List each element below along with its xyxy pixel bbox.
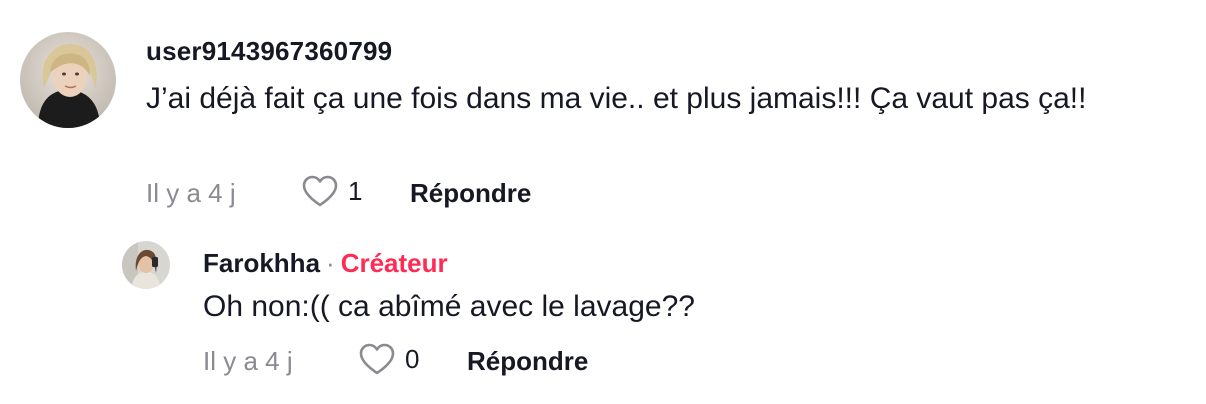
reply-text: Oh non:(( ca abîmé avec le lavage?? bbox=[203, 290, 695, 323]
reply-timestamp: Il y a 4 j bbox=[203, 346, 293, 376]
reply-button[interactable]: Répondre bbox=[410, 178, 531, 209]
comment-text: J’ai déjà fait ça une fois dans ma vie..… bbox=[146, 82, 1087, 115]
creator-badge: Créateur bbox=[340, 248, 448, 278]
like-count: 0 bbox=[405, 343, 420, 374]
like-count: 1 bbox=[348, 175, 363, 206]
comment-actions: Il y a 4 j 1 Répondre bbox=[146, 172, 846, 212]
comment-username[interactable]: user9143967360799 bbox=[146, 36, 392, 67]
avatar-image bbox=[122, 241, 170, 289]
heart-outline-icon bbox=[359, 343, 395, 375]
avatar[interactable] bbox=[20, 32, 116, 128]
avatar-image bbox=[20, 32, 116, 128]
heart-outline-icon bbox=[302, 175, 338, 207]
reply-username[interactable]: Farokhha bbox=[203, 248, 320, 278]
reply-button[interactable]: Répondre bbox=[467, 346, 588, 377]
like-button[interactable]: 1 bbox=[301, 174, 362, 208]
separator-dot: · bbox=[326, 248, 335, 278]
reply-actions: Il y a 4 j 0 Répondre bbox=[203, 340, 903, 380]
like-button[interactable]: 0 bbox=[358, 342, 419, 376]
reply-username-line: Farokhha · Créateur bbox=[203, 248, 448, 279]
comment-timestamp: Il y a 4 j bbox=[146, 178, 236, 208]
avatar[interactable] bbox=[122, 241, 170, 289]
